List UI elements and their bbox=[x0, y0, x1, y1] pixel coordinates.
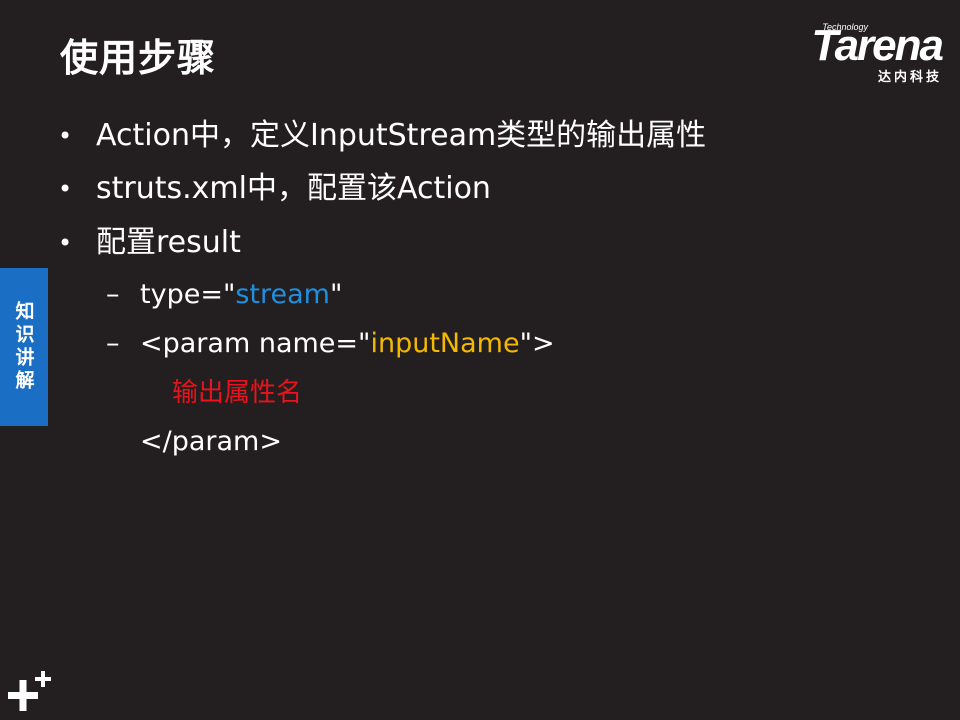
sub-item-type: – type="stream" bbox=[106, 279, 342, 311]
sub-item-param: – <param name="inputName"> bbox=[106, 328, 555, 360]
sub-marker: – bbox=[106, 279, 120, 310]
knowledge-tab: 知识讲解 bbox=[0, 268, 48, 426]
logo-chinese-text: 达内科技 bbox=[877, 70, 942, 85]
slide-title: 使用步骤 bbox=[60, 36, 217, 80]
sub-prefix: type=" bbox=[140, 279, 236, 310]
bullet-item: • struts.xml中，配置该Action bbox=[58, 171, 491, 207]
logo-wordmark: Tarena bbox=[811, 21, 944, 70]
bullet-text: struts.xml中，配置该Action bbox=[96, 171, 491, 206]
bullet-marker: • bbox=[58, 229, 73, 258]
plus-plus-icon bbox=[8, 671, 51, 711]
bullet-item: • Action中，定义InputStream类型的输出属性 bbox=[58, 118, 706, 154]
sub-marker: – bbox=[106, 328, 120, 359]
sub-highlight-inputname: inputName bbox=[370, 328, 520, 359]
bullet-item: • 配置result bbox=[58, 225, 241, 261]
sub-suffix: "> bbox=[519, 328, 555, 359]
output-property-note: 输出属性名 bbox=[172, 378, 303, 408]
bullet-marker: • bbox=[58, 175, 73, 204]
bullet-marker: • bbox=[58, 122, 73, 151]
bullet-text: 配置result bbox=[96, 225, 241, 260]
bullet-text: Action中，定义InputStream类型的输出属性 bbox=[96, 118, 707, 153]
tarena-logo: Technology Tarena 达内科技 bbox=[782, 21, 944, 86]
knowledge-tab-label: 知识讲解 bbox=[12, 301, 35, 393]
closing-param-tag: </param> bbox=[140, 426, 282, 457]
sub-prefix: <param name=" bbox=[140, 328, 371, 359]
sub-suffix: " bbox=[329, 279, 343, 310]
sub-highlight-stream: stream bbox=[235, 279, 330, 310]
